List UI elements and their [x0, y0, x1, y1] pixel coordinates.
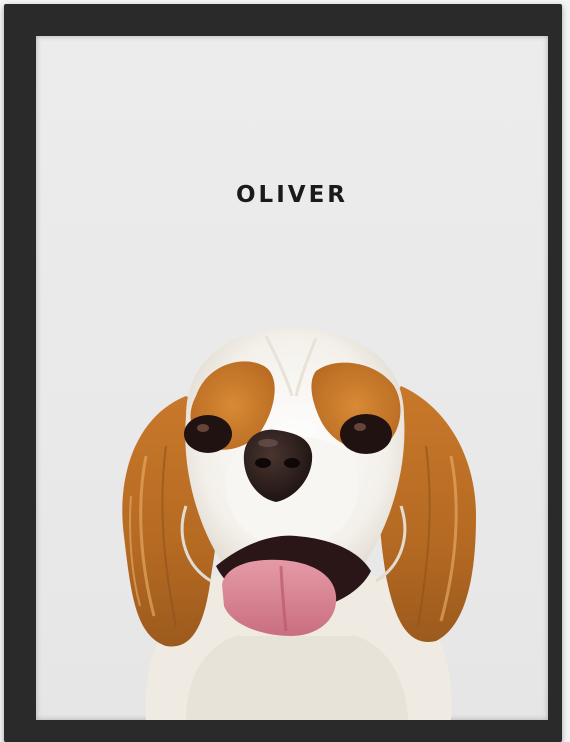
poster-background: OLIVER [36, 36, 548, 720]
picture-frame: OLIVER [4, 4, 562, 742]
dog-right-eye [340, 414, 392, 454]
dog-portrait-illustration [122, 328, 476, 720]
dog-left-eye [184, 415, 232, 453]
